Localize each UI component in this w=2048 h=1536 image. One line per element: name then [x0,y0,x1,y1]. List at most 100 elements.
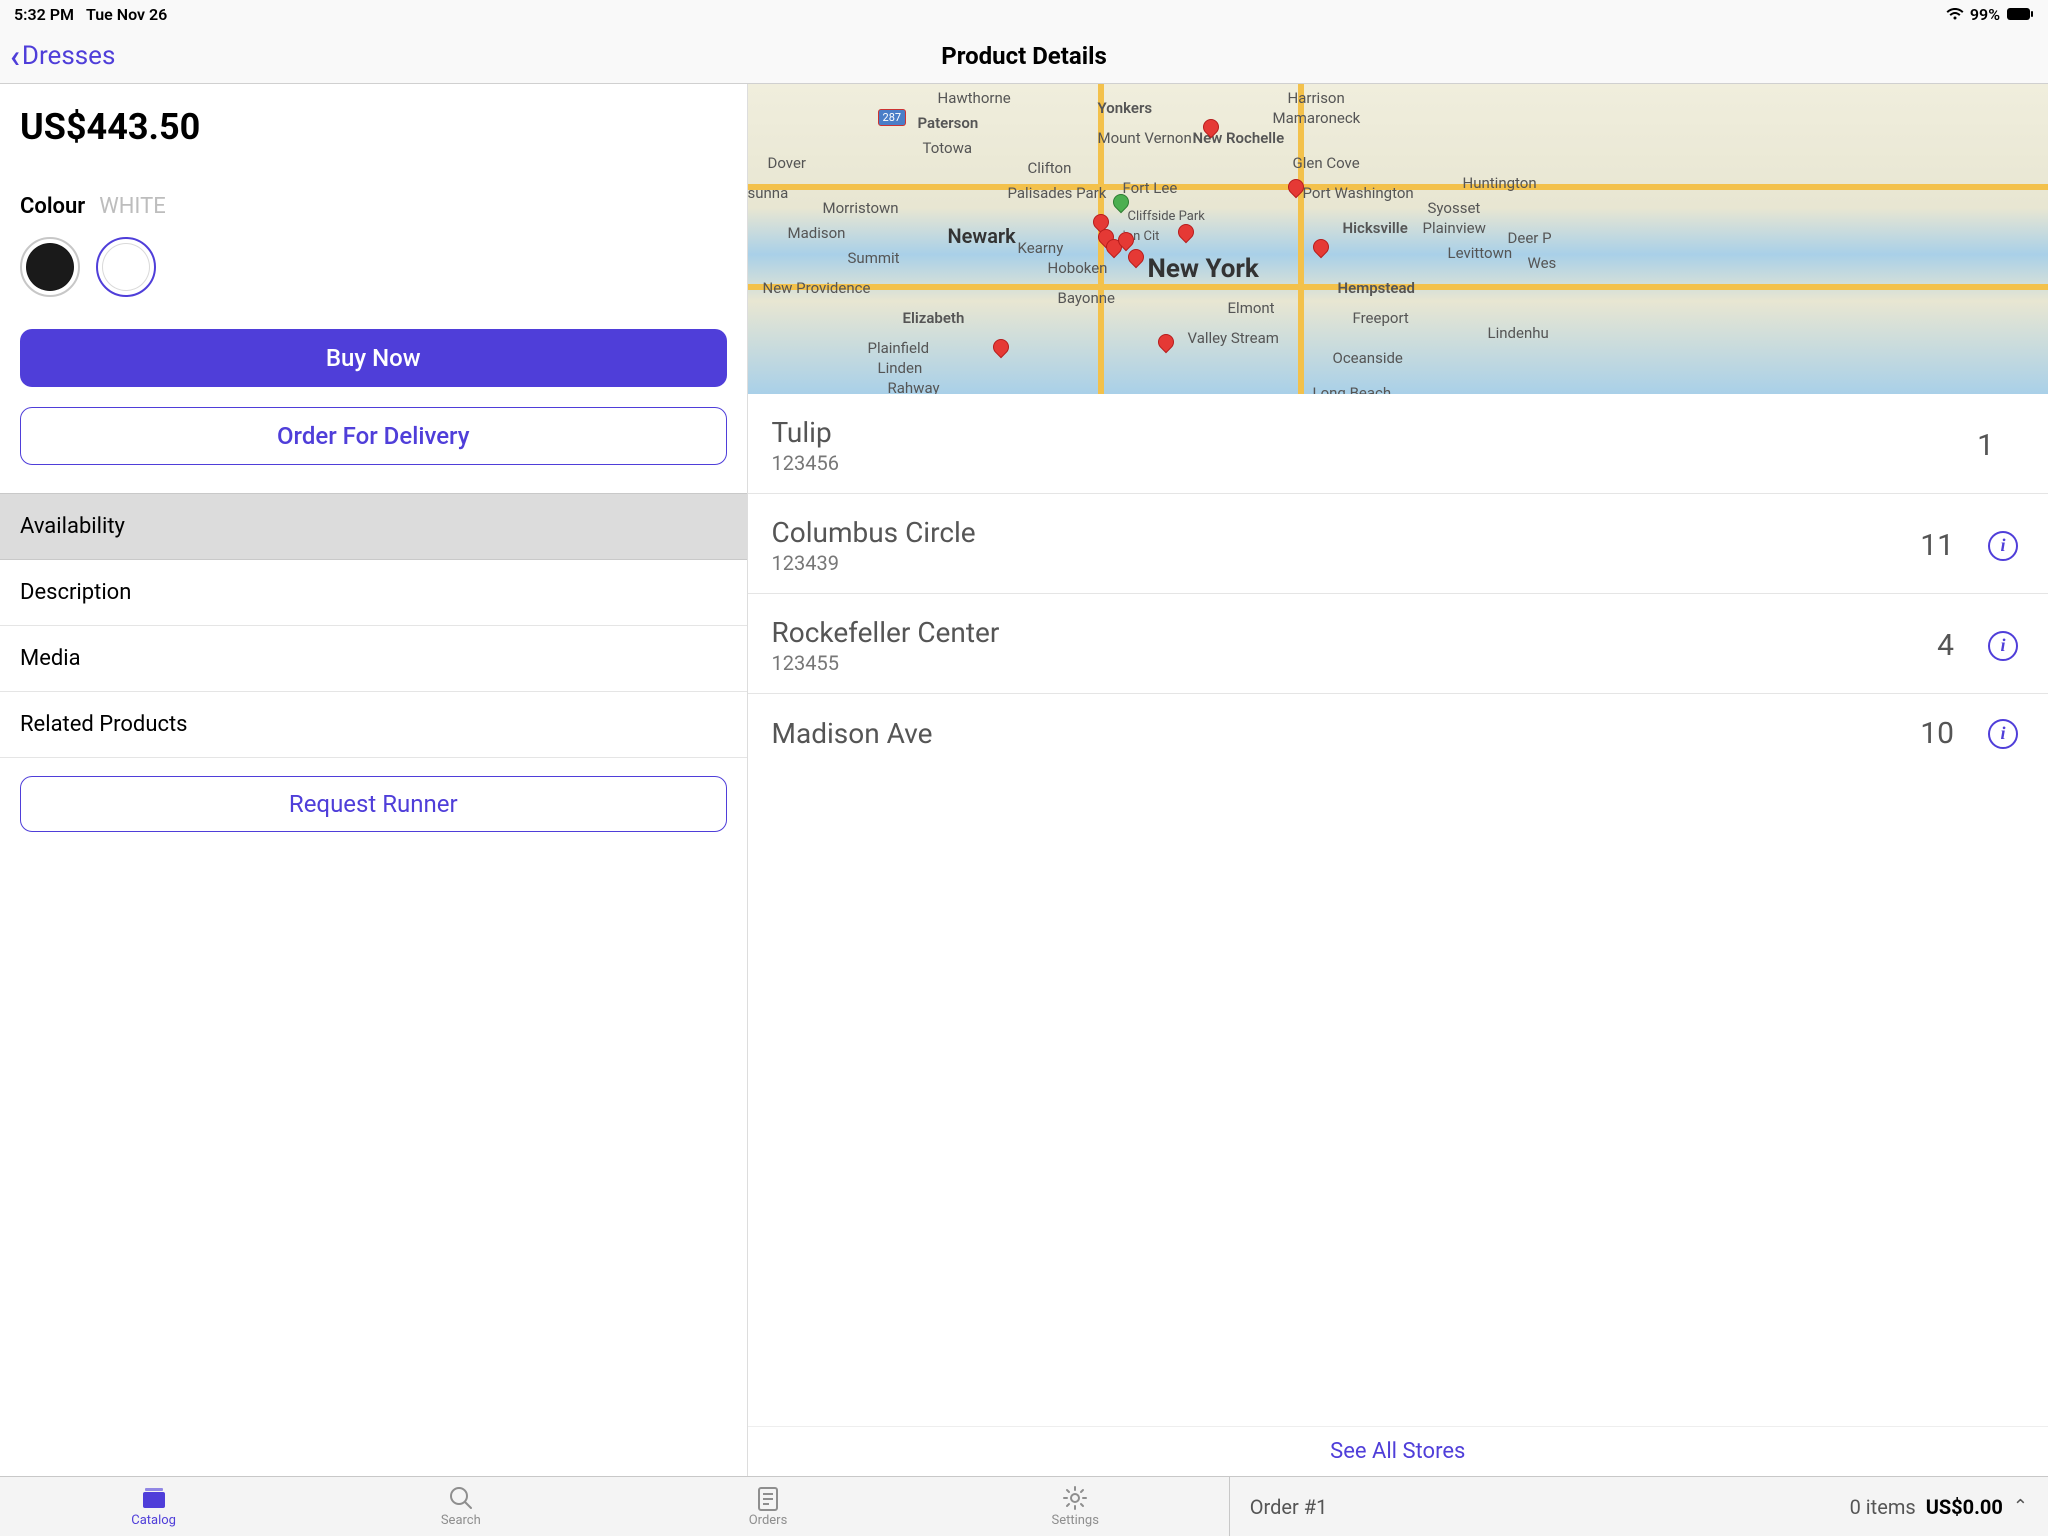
map-label: Hicksville [1343,219,1408,237]
store-code: 123456 [772,451,1978,475]
store-list: Tulip 123456 1 Columbus Circle 123439 11… [748,394,2048,1426]
order-total: US$0.00 [1926,1495,2003,1519]
section-media[interactable]: Media [0,626,747,692]
highway-shield: 287 [878,109,907,126]
map-pin-icon[interactable] [1174,221,1197,244]
status-bar: 5:32 PM Tue Nov 26 99% [0,0,2048,28]
map-label: Bayonne [1058,289,1115,307]
order-summary-bar[interactable]: Order #1 0 items US$0.00 ⌃ [1229,1477,2048,1536]
map-label: Madison [788,224,846,242]
right-pane: New York Newark Yonkers Paterson Clifton… [748,84,2048,1476]
info-icon[interactable]: i [1988,531,2018,561]
map-label: Linden [878,359,923,377]
store-row[interactable]: Tulip 123456 1 [748,394,2048,494]
order-items-count: 0 items [1850,1495,1916,1519]
back-label: Dresses [22,41,115,71]
map-label: Long Beach [1313,384,1392,394]
request-runner-button[interactable]: Request Runner [20,776,727,832]
tab-search[interactable]: Search [307,1477,614,1536]
store-qty: 1 [1977,428,1994,463]
store-row[interactable]: Rockefeller Center 123455 4 i [748,594,2048,694]
info-icon[interactable]: i [1988,631,2018,661]
nav-bar: ‹ Dresses Product Details [0,28,2048,84]
catalog-icon [140,1485,168,1511]
map-label: Elizabeth [903,309,965,327]
colour-swatch-black[interactable] [20,237,80,297]
order-number: Order #1 [1250,1495,1328,1519]
map-label: Clifton [1028,159,1072,177]
map-label: Cliffside Park [1128,209,1205,224]
map-label: Harrison [1288,89,1345,107]
store-row[interactable]: Columbus Circle 123439 11 i [748,494,2048,594]
bottom-bar: Catalog Search Orders Settings Order #1 … [0,1476,2048,1536]
store-qty: 4 [1937,628,1954,663]
map-label: Huntington [1463,174,1537,192]
map-pin-icon[interactable] [1309,236,1332,259]
store-qty: 10 [1920,716,1954,751]
map-label: Syosset [1428,199,1481,217]
gear-icon [1061,1485,1089,1511]
store-map[interactable]: New York Newark Yonkers Paterson Clifton… [748,84,2048,394]
battery-percent: 99% [1970,5,2000,24]
store-qty: 11 [1920,528,1954,563]
map-label: Hempstead [1338,279,1415,297]
section-related[interactable]: Related Products [0,692,747,758]
tab-label: Catalog [131,1513,176,1528]
order-delivery-button[interactable]: Order For Delivery [20,407,727,465]
buy-now-button[interactable]: Buy Now [20,329,727,387]
tab-orders[interactable]: Orders [614,1477,921,1536]
map-label: Newark [948,224,1016,248]
map-label: Wes [1528,254,1557,272]
store-code: 123439 [772,551,1921,575]
map-label: Port Washington [1303,184,1414,202]
map-label: Hawthorne [938,89,1011,107]
section-availability[interactable]: Availability [0,493,747,560]
section-description[interactable]: Description [0,560,747,626]
store-row[interactable]: Madison Ave 10 i [748,694,2048,751]
status-date: Tue Nov 26 [86,5,167,24]
colour-label: Colour [20,194,85,219]
chevron-up-icon: ⌃ [2013,1496,2028,1517]
page-title: Product Details [941,42,1107,70]
wifi-icon [1946,7,1964,21]
map-label: sunna [748,184,789,202]
map-label: Paterson [918,114,979,132]
map-label: Yonkers [1098,99,1153,117]
map-label: New York [1148,254,1259,284]
map-label: Mount Vernon [1098,129,1192,147]
store-name: Rockefeller Center [772,616,1938,649]
map-label: Freeport [1353,309,1409,327]
see-all-stores-link[interactable]: See All Stores [748,1426,2048,1476]
map-label: Deer P [1508,229,1552,247]
store-name: Madison Ave [772,717,1921,750]
info-icon[interactable]: i [1988,719,2018,749]
map-label: Valley Stream [1188,329,1279,347]
store-name: Tulip [772,416,1978,449]
search-icon [447,1485,475,1511]
map-label: Dover [768,154,807,172]
tab-label: Settings [1051,1513,1098,1528]
store-name: Columbus Circle [772,516,1921,549]
back-button[interactable]: ‹ Dresses [0,40,115,72]
map-label: Levittown [1448,244,1513,262]
map-label: Plainfield [868,339,930,357]
map-label: Oceanside [1333,349,1403,367]
chevron-left-icon: ‹ [10,40,20,72]
map-label: Fort Lee [1123,179,1178,197]
map-label: Morristown [823,199,899,217]
map-label: Elmont [1228,299,1275,317]
map-label: Rahway [888,379,940,394]
tab-label: Search [441,1513,481,1528]
colour-swatch-white[interactable] [96,237,156,297]
map-label: Glen Cove [1293,154,1360,172]
orders-icon [754,1485,782,1511]
map-label: Hoboken [1048,259,1108,277]
map-label: Summit [848,249,900,267]
map-pin-icon[interactable] [989,336,1012,359]
map-label: Kearny [1018,239,1064,257]
colour-value: WHITE [99,194,166,219]
map-pin-icon[interactable] [1154,331,1177,354]
tab-catalog[interactable]: Catalog [0,1477,307,1536]
map-label: Palisades Park [1008,184,1107,202]
tab-settings[interactable]: Settings [922,1477,1229,1536]
